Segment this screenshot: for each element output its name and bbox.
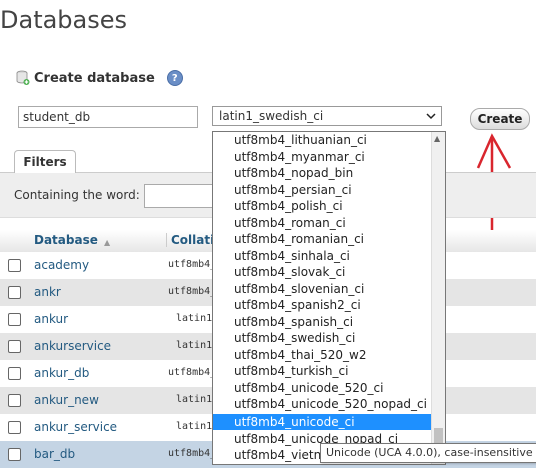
database-collation: utf8mb4_	[168, 367, 217, 378]
filter-containing-label: Containing the word:	[14, 188, 140, 202]
dropdown-option[interactable]: utf8mb4_slovak_ci	[213, 264, 431, 280]
database-name-input[interactable]: student_db	[18, 106, 198, 128]
row-checkbox[interactable]	[8, 313, 21, 326]
dropdown-option[interactable]: utf8mb4_slovenian_ci	[213, 281, 431, 297]
dropdown-option[interactable]: utf8mb4_turkish_ci	[213, 363, 431, 379]
database-link[interactable]: ankr	[34, 285, 61, 299]
database-link[interactable]: ankur_db	[34, 366, 89, 380]
dropdown-option[interactable]: utf8mb4_polish_ci	[213, 198, 431, 214]
dropdown-option[interactable]: utf8mb4_thai_520_w2	[213, 347, 431, 363]
collation-select[interactable]: latin1_swedish_ci	[212, 106, 442, 126]
row-checkbox[interactable]	[8, 286, 21, 299]
dropdown-option[interactable]: utf8mb4_unicode_520_ci	[213, 380, 431, 396]
dropdown-option[interactable]: utf8mb4_nopad_bin	[213, 165, 431, 181]
option-tooltip: Unicode (UCA 4.0.0), case-insensitive	[320, 443, 536, 463]
dropdown-option[interactable]: utf8mb4_lithuanian_ci	[213, 132, 431, 148]
filter-word-input[interactable]	[144, 184, 216, 208]
collation-selected-value: latin1_swedish_ci	[219, 109, 324, 123]
database-add-icon	[16, 70, 30, 86]
database-link[interactable]: bar_db	[34, 447, 75, 461]
database-collation: utf8mb4_	[168, 286, 217, 297]
create-database-heading: Create database ?	[16, 68, 183, 88]
database-name-value: student_db	[23, 110, 91, 124]
dropdown-option[interactable]: utf8mb4_unicode_520_nopad_ci	[213, 396, 431, 412]
dropdown-option[interactable]: utf8mb4_romanian_ci	[213, 231, 431, 247]
row-checkbox[interactable]	[8, 259, 21, 272]
dropdown-option[interactable]: utf8mb4_swedish_ci	[213, 330, 431, 346]
database-link[interactable]: ankur_service	[34, 420, 117, 434]
database-collation: utf8mb4_	[168, 259, 217, 270]
row-checkbox[interactable]	[8, 394, 21, 407]
dropdown-scrollbar[interactable]: ▲	[431, 132, 445, 464]
dropdown-option[interactable]: utf8mb4_sinhala_ci	[213, 248, 431, 264]
row-checkbox[interactable]	[8, 367, 21, 380]
database-link[interactable]: ankurservice	[34, 339, 111, 353]
database-link[interactable]: ankur	[34, 312, 68, 326]
chevron-down-icon	[426, 108, 436, 127]
page-title: Databases	[0, 6, 128, 34]
dropdown-option[interactable]: utf8mb4_spanish_ci	[213, 314, 431, 330]
sort-asc-icon: ▲	[104, 238, 111, 247]
dropdown-option[interactable]: utf8mb4_persian_ci	[213, 182, 431, 198]
create-database-label: Create database	[34, 70, 155, 86]
dropdown-option[interactable]: utf8mb4_spanish2_ci	[213, 297, 431, 313]
dropdown-option-highlighted[interactable]: utf8mb4_unicode_ci	[213, 414, 431, 430]
collation-dropdown-list: utf8mb4_lithuanian_ci utf8mb4_myanmar_ci…	[212, 131, 446, 465]
database-link[interactable]: academy	[34, 258, 89, 272]
row-checkbox[interactable]	[8, 448, 21, 461]
column-header-database[interactable]: Database	[34, 233, 98, 247]
tab-filters[interactable]: Filters	[14, 150, 76, 173]
scroll-up-icon[interactable]: ▲	[434, 134, 440, 143]
row-checkbox[interactable]	[8, 340, 21, 353]
dropdown-option[interactable]: utf8mb4_roman_ci	[213, 215, 431, 231]
row-checkbox[interactable]	[8, 421, 21, 434]
database-link[interactable]: ankur_new	[34, 393, 99, 407]
help-icon[interactable]: ?	[166, 70, 183, 86]
dropdown-option[interactable]: utf8mb4_myanmar_ci	[213, 149, 431, 165]
database-collation: utf8mb4_	[168, 448, 217, 459]
